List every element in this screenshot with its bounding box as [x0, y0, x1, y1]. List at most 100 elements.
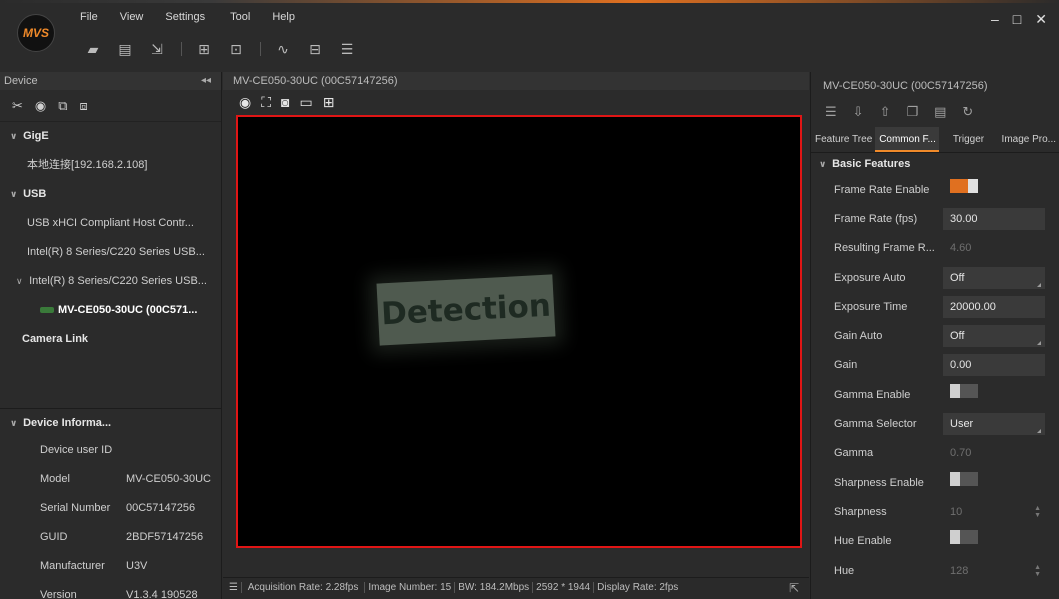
- collapse-panel-icon[interactable]: ◂◂: [201, 72, 211, 90]
- prop-gain-auto: Gain Auto Off: [811, 321, 1059, 350]
- prop-resulting-frame-rate: Resulting Frame R... 4.60: [811, 234, 1059, 263]
- dropdown-corner-icon: [1037, 282, 1041, 287]
- disconnect-icon[interactable]: ✂: [12, 98, 23, 114]
- disconnect-all-icon[interactable]: ⧈: [80, 98, 88, 114]
- tree-group-camera-link[interactable]: Camera Link: [0, 325, 221, 354]
- exposure-auto-select[interactable]: Off: [943, 266, 1045, 289]
- feature-toolbar: ☰ ⇩ ⇧ ❐ ▤ ↻: [811, 97, 1059, 127]
- save-icon[interactable]: ▤: [117, 41, 133, 57]
- device-info-header[interactable]: ∨ Device Informa...: [0, 408, 221, 436]
- stop-icon[interactable]: ◉: [35, 98, 46, 114]
- copy-icon[interactable]: ❐: [906, 104, 918, 120]
- prop-sharpness: Sharpness 10 ▲ ▼: [811, 497, 1059, 526]
- record-icon[interactable]: ▭: [300, 94, 313, 111]
- chevron-down-icon: ∨: [10, 418, 18, 428]
- chevron-down-icon: ∨: [10, 189, 18, 199]
- acquisition-rate: ☰ Acquisition Rate: 2.28fps: [223, 582, 366, 593]
- tree-item-local-connection[interactable]: 本地连接[192.168.2.108]: [0, 151, 221, 180]
- resulting-frame-rate-value: 4.60: [950, 242, 972, 255]
- exposure-time-input[interactable]: 20000.00: [943, 295, 1045, 318]
- sharpness-enable-toggle[interactable]: [950, 471, 978, 486]
- tree-item-camera[interactable]: MV-CE050-30UC (00C571...: [0, 296, 221, 325]
- tree-item-usb-host-3[interactable]: ∨ Intel(R) 8 Series/C220 Series USB...: [0, 267, 221, 296]
- tree-item-usb-host-1[interactable]: USB xHCI Compliant Host Contr...: [0, 209, 221, 238]
- snapshot-icon[interactable]: ◙: [281, 94, 289, 110]
- info-row: Serial Number 00C57147256: [40, 502, 196, 514]
- prop-gain: Gain 0.00: [811, 351, 1059, 380]
- maximize-icon[interactable]: □: [1013, 11, 1021, 28]
- expand-corner-icon[interactable]: ⇱: [789, 581, 799, 595]
- list-view-icon[interactable]: ☰: [825, 104, 837, 120]
- view-toolbar: ◉ ⛶ ◙ ▭ ⊞: [223, 90, 809, 114]
- gamma-value: 0.70: [950, 447, 972, 460]
- minimize-icon[interactable]: –: [991, 11, 999, 28]
- prop-frame-rate: Frame Rate (fps) 30.00: [811, 204, 1059, 233]
- refresh-icon[interactable]: ↻: [962, 104, 973, 120]
- basic-features-header[interactable]: ∨ Basic Features: [811, 153, 1059, 175]
- prop-gamma: Gamma 0.70: [811, 439, 1059, 468]
- menu-bar: File View Settings Tool Help: [80, 11, 317, 23]
- prop-gamma-selector: Gamma Selector User: [811, 409, 1059, 438]
- tree-item-usb-host-2[interactable]: Intel(R) 8 Series/C220 Series USB...: [0, 238, 221, 267]
- prop-frame-rate-enable: Frame Rate Enable: [811, 175, 1059, 204]
- close-icon[interactable]: ✕: [1035, 11, 1047, 28]
- export-icon[interactable]: ⇧: [880, 104, 891, 120]
- prop-exposure-time: Exposure Time 20000.00: [811, 292, 1059, 321]
- menu-help[interactable]: Help: [272, 11, 295, 23]
- info-row: Manufacturer U3V: [40, 560, 148, 572]
- stepper-arrows-icon: ▲ ▼: [1034, 563, 1041, 578]
- gain-auto-select[interactable]: Off: [943, 325, 1045, 348]
- frame-rate-input[interactable]: 30.00: [943, 207, 1045, 230]
- open-folder-icon[interactable]: ▰: [85, 41, 101, 57]
- display-rate: Display Rate: 2fps: [597, 582, 679, 593]
- menu-settings[interactable]: Settings: [165, 11, 205, 23]
- status-bar: ☰ Acquisition Rate: 2.28fps Image Number…: [223, 577, 809, 599]
- toolbar-divider: [181, 42, 182, 56]
- save-icon[interactable]: ▤: [934, 104, 946, 120]
- main-toolbar: ▰ ▤ ⇲ ⊞ ⊡ ∿ ⊟ ☰: [85, 41, 371, 57]
- tree-group-usb[interactable]: ∨ USB: [0, 180, 221, 209]
- import-icon[interactable]: ⇩: [853, 104, 864, 120]
- tree-group-gige[interactable]: ∨ GigE: [0, 122, 221, 151]
- hue-enable-toggle[interactable]: [950, 530, 978, 545]
- dropdown-corner-icon: [1037, 429, 1041, 434]
- hue-stepper: 128 ▲ ▼: [950, 563, 1041, 578]
- resolution: 2592 * 1944: [533, 582, 595, 593]
- gain-input[interactable]: 0.00: [943, 354, 1045, 377]
- tab-image-processing[interactable]: Image Pro...: [998, 127, 1059, 152]
- stop-grab-icon[interactable]: ◉: [239, 94, 251, 111]
- grid-icon[interactable]: ⊞: [323, 94, 335, 111]
- prop-hue-enable: Hue Enable: [811, 527, 1059, 556]
- menu-tool[interactable]: Tool: [230, 11, 250, 23]
- list-icon[interactable]: ☰: [339, 41, 355, 57]
- prop-hue: Hue 128 ▲ ▼: [811, 556, 1059, 585]
- frame-rate-enable-toggle[interactable]: [950, 178, 978, 193]
- info-row: Version V1.3.4 190528: [40, 589, 198, 599]
- title-bar: MVS File View Settings Tool Help ▰ ▤ ⇲ ⊞…: [0, 3, 1059, 65]
- layout-icon[interactable]: ⊞: [196, 41, 212, 57]
- image-number: Image Number: 15: [365, 582, 456, 593]
- menu-view[interactable]: View: [120, 11, 144, 23]
- export-icon[interactable]: ⊟: [307, 41, 323, 57]
- tab-feature-tree[interactable]: Feature Tree: [811, 127, 875, 152]
- window-controls: – □ ✕: [977, 11, 1047, 28]
- info-row: Model MV-CE050-30UC: [40, 473, 211, 485]
- waveform-icon[interactable]: ∿: [275, 41, 291, 57]
- gamma-enable-toggle[interactable]: [950, 383, 978, 398]
- camera-image[interactable]: Detection: [236, 115, 802, 548]
- sharpness-stepper: 10 ▲ ▼: [950, 504, 1041, 519]
- tab-common-features[interactable]: Common F...: [875, 127, 939, 152]
- stepper-arrows-icon: ▲ ▼: [1034, 504, 1041, 519]
- gamma-selector-select[interactable]: User: [943, 413, 1045, 436]
- tab-trigger[interactable]: Trigger: [939, 127, 998, 152]
- menu-lines-icon: ☰: [226, 582, 242, 593]
- device-panel-header: Device ◂◂: [0, 72, 221, 90]
- window-icon[interactable]: ⊡: [228, 41, 244, 57]
- image-view-title: MV-CE050-30UC (00C57147256): [223, 72, 809, 90]
- menu-file[interactable]: File: [80, 11, 98, 23]
- fit-window-icon[interactable]: ⛶: [261, 94, 271, 111]
- image-view-panel: MV-CE050-30UC (00C57147256) ◉ ⛶ ◙ ▭ ⊞ De…: [223, 72, 809, 599]
- connect-icon[interactable]: ⧉: [58, 98, 67, 114]
- app-logo: MVS: [17, 14, 55, 52]
- save-as-icon[interactable]: ⇲: [149, 41, 165, 57]
